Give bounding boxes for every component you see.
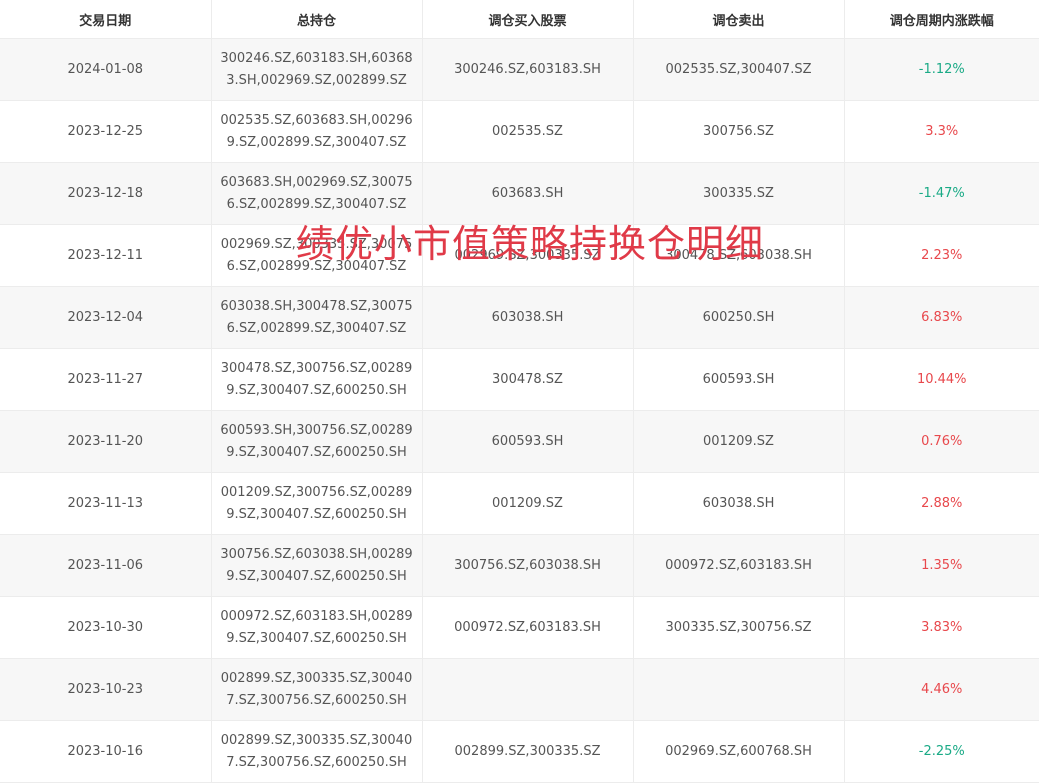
table-row: 2023-10-16 002899.SZ,300335.SZ,300407.SZ… xyxy=(0,720,1039,783)
table-row: 2023-12-04 603038.SH,300478.SZ,300756.SZ… xyxy=(0,286,1039,349)
cell-sell: 002969.SZ,600768.SH xyxy=(633,720,845,783)
table-header: 交易日期 总持仓 调仓买入股票 调仓卖出 调仓周期内涨跌幅 xyxy=(0,0,1039,39)
cell-change: 3.83% xyxy=(844,596,1039,659)
cell-holdings: 300478.SZ,300756.SZ,002899.SZ,300407.SZ,… xyxy=(211,348,423,411)
header-buy-stocks: 调仓买入股票 xyxy=(422,0,634,39)
cell-buy: 300478.SZ xyxy=(422,348,634,411)
table-row: 2023-10-23 002899.SZ,300335.SZ,300407.SZ… xyxy=(0,658,1039,721)
cell-buy: 603038.SH xyxy=(422,286,634,349)
cell-date: 2023-11-20 xyxy=(0,410,212,473)
cell-sell: 000972.SZ,603183.SH xyxy=(633,534,845,597)
cell-change: 6.83% xyxy=(844,286,1039,349)
cell-holdings: 001209.SZ,300756.SZ,002899.SZ,300407.SZ,… xyxy=(211,472,423,535)
header-period-change: 调仓周期内涨跌幅 xyxy=(844,0,1039,39)
cell-buy: 002899.SZ,300335.SZ xyxy=(422,720,634,783)
cell-buy xyxy=(422,658,634,721)
cell-change: 10.44% xyxy=(844,348,1039,411)
cell-change: -1.12% xyxy=(844,38,1039,101)
cell-buy: 300756.SZ,603038.SH xyxy=(422,534,634,597)
cell-sell: 300478.SZ,603038.SH xyxy=(633,224,845,287)
cell-holdings: 300756.SZ,603038.SH,002899.SZ,300407.SZ,… xyxy=(211,534,423,597)
cell-sell: 300756.SZ xyxy=(633,100,845,163)
cell-buy: 000972.SZ,603183.SH xyxy=(422,596,634,659)
cell-date: 2023-10-23 xyxy=(0,658,212,721)
table-row: 2023-10-30 000972.SZ,603183.SH,002899.SZ… xyxy=(0,596,1039,659)
cell-date: 2023-12-04 xyxy=(0,286,212,349)
cell-sell: 002535.SZ,300407.SZ xyxy=(633,38,845,101)
cell-holdings: 300246.SZ,603183.SH,603683.SH,002969.SZ,… xyxy=(211,38,423,101)
table-row: 2024-01-08 300246.SZ,603183.SH,603683.SH… xyxy=(0,38,1039,101)
header-trade-date: 交易日期 xyxy=(0,0,212,39)
cell-buy: 300246.SZ,603183.SH xyxy=(422,38,634,101)
cell-buy: 002535.SZ xyxy=(422,100,634,163)
cell-buy: 603683.SH xyxy=(422,162,634,225)
cell-change: -2.25% xyxy=(844,720,1039,783)
header-row: 交易日期 总持仓 调仓买入股票 调仓卖出 调仓周期内涨跌幅 xyxy=(0,0,1039,39)
table-row: 2023-12-11 002969.SZ,300335.SZ,300756.SZ… xyxy=(0,224,1039,287)
cell-sell: 300335.SZ,300756.SZ xyxy=(633,596,845,659)
cell-date: 2023-11-27 xyxy=(0,348,212,411)
cell-holdings: 603038.SH,300478.SZ,300756.SZ,002899.SZ,… xyxy=(211,286,423,349)
cell-holdings: 002969.SZ,300335.SZ,300756.SZ,002899.SZ,… xyxy=(211,224,423,287)
cell-sell: 300335.SZ xyxy=(633,162,845,225)
cell-sell: 600250.SH xyxy=(633,286,845,349)
cell-change: 0.76% xyxy=(844,410,1039,473)
table-row: 2023-11-20 600593.SH,300756.SZ,002899.SZ… xyxy=(0,410,1039,473)
table-row: 2023-11-27 300478.SZ,300756.SZ,002899.SZ… xyxy=(0,348,1039,411)
cell-buy: 001209.SZ xyxy=(422,472,634,535)
cell-date: 2023-12-11 xyxy=(0,224,212,287)
cell-change: 3.3% xyxy=(844,100,1039,163)
cell-date: 2023-10-30 xyxy=(0,596,212,659)
header-sell-stocks: 调仓卖出 xyxy=(633,0,845,39)
cell-holdings: 603683.SH,002969.SZ,300756.SZ,002899.SZ,… xyxy=(211,162,423,225)
table-row: 2023-12-25 002535.SZ,603683.SH,002969.SZ… xyxy=(0,100,1039,163)
cell-date: 2023-11-06 xyxy=(0,534,212,597)
cell-buy: 600593.SH xyxy=(422,410,634,473)
cell-sell xyxy=(633,658,845,721)
cell-date: 2023-10-16 xyxy=(0,720,212,783)
table-row: 2023-11-06 300756.SZ,603038.SH,002899.SZ… xyxy=(0,534,1039,597)
table-body: 2024-01-08 300246.SZ,603183.SH,603683.SH… xyxy=(0,38,1039,783)
cell-date: 2024-01-08 xyxy=(0,38,212,101)
cell-change: 2.88% xyxy=(844,472,1039,535)
cell-holdings: 600593.SH,300756.SZ,002899.SZ,300407.SZ,… xyxy=(211,410,423,473)
cell-change: 4.46% xyxy=(844,658,1039,721)
cell-buy: 002969.SZ,300335.SZ xyxy=(422,224,634,287)
table-row: 2023-12-18 603683.SH,002969.SZ,300756.SZ… xyxy=(0,162,1039,225)
cell-sell: 600593.SH xyxy=(633,348,845,411)
cell-holdings: 002899.SZ,300335.SZ,300407.SZ,300756.SZ,… xyxy=(211,658,423,721)
cell-date: 2023-11-13 xyxy=(0,472,212,535)
cell-holdings: 000972.SZ,603183.SH,002899.SZ,300407.SZ,… xyxy=(211,596,423,659)
header-total-holdings: 总持仓 xyxy=(211,0,423,39)
holdings-table: 交易日期 总持仓 调仓买入股票 调仓卖出 调仓周期内涨跌幅 2024-01-08… xyxy=(0,0,1039,783)
cell-holdings: 002899.SZ,300335.SZ,300407.SZ,300756.SZ,… xyxy=(211,720,423,783)
cell-sell: 603038.SH xyxy=(633,472,845,535)
cell-change: 2.23% xyxy=(844,224,1039,287)
cell-date: 2023-12-18 xyxy=(0,162,212,225)
cell-change: -1.47% xyxy=(844,162,1039,225)
cell-sell: 001209.SZ xyxy=(633,410,845,473)
cell-change: 1.35% xyxy=(844,534,1039,597)
cell-holdings: 002535.SZ,603683.SH,002969.SZ,002899.SZ,… xyxy=(211,100,423,163)
table-row: 2023-11-13 001209.SZ,300756.SZ,002899.SZ… xyxy=(0,472,1039,535)
cell-date: 2023-12-25 xyxy=(0,100,212,163)
